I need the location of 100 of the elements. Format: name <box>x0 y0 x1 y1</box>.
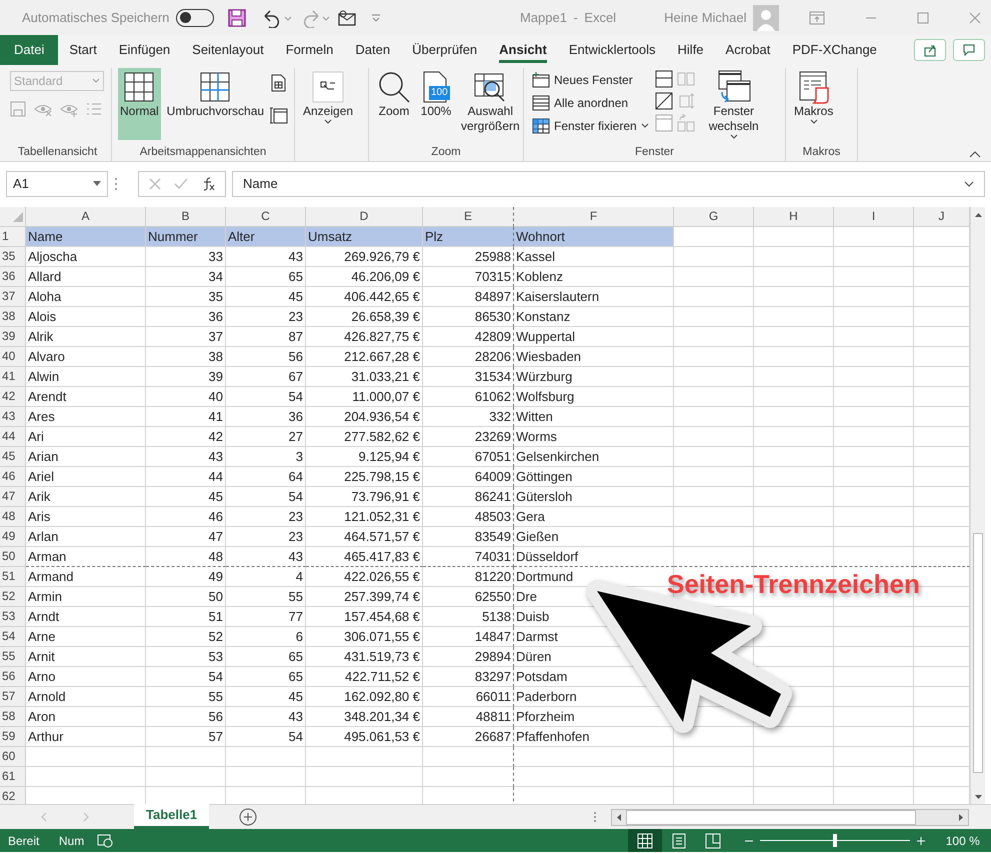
new-window-button[interactable]: Neues Fenster <box>530 68 651 91</box>
table-cell[interactable]: Darmst <box>516 629 558 644</box>
table-cell[interactable]: Konstanz <box>516 309 570 324</box>
table-cell[interactable]: Allard <box>28 269 62 284</box>
table-cell[interactable]: 25988 <box>474 249 511 264</box>
table-cell[interactable]: 55 <box>208 689 223 704</box>
zoom-100-button[interactable]: 100 100% <box>417 68 455 140</box>
table-cell[interactable]: 38 <box>208 349 223 364</box>
table-cell[interactable]: Kassel <box>516 249 556 264</box>
table-cell[interactable]: 70315 <box>474 269 511 284</box>
table-cell[interactable]: 28206 <box>474 349 511 364</box>
ribbon-tab[interactable]: Hilfe <box>666 35 715 65</box>
table-cell[interactable]: 86241 <box>474 489 511 504</box>
table-cell[interactable]: Arnit <box>28 649 55 664</box>
table-cell[interactable]: 67 <box>288 369 303 384</box>
table-cell[interactable]: Koblenz <box>516 269 563 284</box>
column-title[interactable]: Plz <box>425 229 444 244</box>
table-cell[interactable]: 4 <box>296 569 303 584</box>
table-cell[interactable]: 35 <box>208 289 223 304</box>
table-cell[interactable]: 86530 <box>474 309 511 324</box>
table-cell[interactable]: 43 <box>208 449 223 464</box>
ribbon-tab[interactable]: PDF-XChange <box>781 35 888 65</box>
row-header[interactable]: 41 <box>0 367 26 387</box>
table-cell[interactable]: 9.125,94 € <box>358 449 420 464</box>
table-cell[interactable]: 52 <box>208 629 223 644</box>
table-cell[interactable]: 3 <box>296 449 303 464</box>
table-cell[interactable]: 306.071,55 € <box>344 629 420 644</box>
table-cell[interactable]: Alois <box>28 309 56 324</box>
row-header[interactable]: 38 <box>0 307 26 327</box>
table-cell[interactable]: Duisb <box>516 609 550 624</box>
row-header[interactable]: 42 <box>0 387 26 407</box>
table-cell[interactable]: 66011 <box>476 689 511 704</box>
table-cell[interactable]: Düsseldorf <box>516 549 578 564</box>
table-cell[interactable]: 23 <box>288 509 303 524</box>
mail-icon[interactable] <box>336 10 357 26</box>
table-cell[interactable]: Arian <box>28 449 58 464</box>
row-header[interactable]: 58 <box>0 707 26 727</box>
table-cell[interactable]: 77 <box>288 609 303 624</box>
column-header[interactable]: I <box>834 207 914 227</box>
table-cell[interactable]: 31534 <box>474 369 511 384</box>
ribbon-tab[interactable]: Daten <box>344 35 402 65</box>
table-cell[interactable]: 40 <box>208 389 223 404</box>
table-cell[interactable]: Würzburg <box>516 369 572 384</box>
row-header[interactable]: 59 <box>0 727 26 747</box>
ribbon-tab[interactable]: Seitenlayout <box>181 35 275 65</box>
row-header[interactable]: 48 <box>0 507 26 527</box>
table-cell[interactable]: 48 <box>208 549 223 564</box>
table-cell[interactable]: 62550 <box>474 589 511 604</box>
table-cell[interactable]: 67051 <box>474 449 511 464</box>
table-cell[interactable]: 426.827,75 € <box>344 329 420 344</box>
sheet-tab[interactable]: Tabelle1 <box>134 804 210 829</box>
save-icon[interactable] <box>226 8 247 28</box>
table-cell[interactable]: Witten <box>516 409 553 424</box>
ribbon-tab[interactable]: Ansicht <box>488 35 558 65</box>
table-cell[interactable]: Arno <box>28 669 56 684</box>
table-cell[interactable]: 54 <box>288 729 303 744</box>
table-cell[interactable]: 48811 <box>476 709 511 724</box>
table-cell[interactable]: 43 <box>288 249 303 264</box>
table-cell[interactable]: 5138 <box>482 609 511 624</box>
table-cell[interactable]: Kaiserslautern <box>516 289 600 304</box>
slider-thumb[interactable] <box>833 834 838 847</box>
table-cell[interactable]: Wolfsburg <box>516 389 574 404</box>
table-cell[interactable]: 65 <box>288 269 303 284</box>
table-cell[interactable]: Armin <box>28 589 62 604</box>
table-cell[interactable]: 46 <box>208 509 223 524</box>
table-cell[interactable]: 6 <box>296 629 303 644</box>
table-cell[interactable]: 56 <box>208 709 223 724</box>
normal-view-button[interactable]: Normal <box>118 68 161 140</box>
table-cell[interactable]: 31.033,21 € <box>351 369 420 384</box>
table-cell[interactable]: Armand <box>28 569 74 584</box>
table-cell[interactable]: Arne <box>28 629 56 644</box>
table-cell[interactable]: 36 <box>288 409 303 424</box>
row-header[interactable]: 60 <box>0 747 26 767</box>
table-cell[interactable]: 65 <box>288 649 303 664</box>
switch-windows-button[interactable]: Fenster wechseln <box>698 68 769 140</box>
table-cell[interactable]: 81220 <box>474 569 511 584</box>
zoom-selection-button[interactable]: Auswahl vergrößern <box>459 68 522 140</box>
name-box[interactable]: A1 <box>6 171 108 197</box>
row-header[interactable]: 61 <box>0 767 26 787</box>
table-cell[interactable]: 45 <box>288 289 303 304</box>
table-cell[interactable]: 53 <box>208 649 223 664</box>
row-header[interactable]: 47 <box>0 487 26 507</box>
table-cell[interactable]: 64 <box>288 469 303 484</box>
row-header[interactable]: 36 <box>0 267 26 287</box>
column-header[interactable]: J <box>914 207 970 227</box>
table-cell[interactable]: 64009 <box>474 469 511 484</box>
table-cell[interactable]: Gießen <box>516 529 559 544</box>
table-cell[interactable]: Potsdam <box>516 669 568 684</box>
table-cell[interactable]: 37 <box>208 329 223 344</box>
comments-button[interactable] <box>952 39 984 61</box>
row-header[interactable]: 62 <box>0 787 26 804</box>
table-cell[interactable]: 54 <box>208 669 223 684</box>
row-header[interactable]: 54 <box>0 627 26 647</box>
ribbon-tab[interactable]: Datei <box>0 35 58 65</box>
row-header[interactable]: 43 <box>0 407 26 427</box>
share-button[interactable] <box>914 39 946 61</box>
view-button[interactable] <box>628 829 662 852</box>
table-cell[interactable]: 26.658,39 € <box>351 309 420 324</box>
table-cell[interactable]: Aron <box>28 709 56 724</box>
table-cell[interactable]: Aris <box>28 509 50 524</box>
